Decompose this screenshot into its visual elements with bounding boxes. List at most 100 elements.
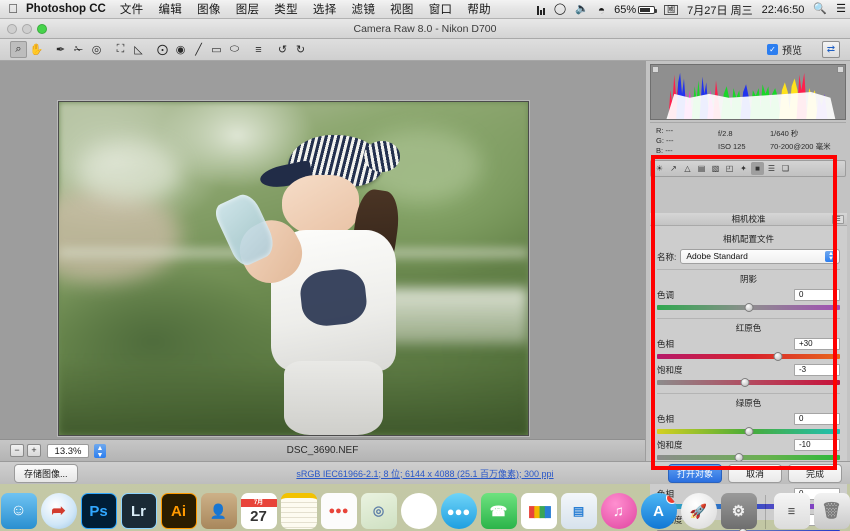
menubar-date[interactable]: 7月27日 周三 bbox=[687, 2, 752, 18]
slider-knob[interactable] bbox=[744, 303, 753, 312]
straighten-tool-icon[interactable]: ◺ bbox=[130, 41, 147, 58]
slider-value[interactable]: 0 bbox=[794, 413, 840, 425]
lightroom-icon[interactable]: Lr bbox=[120, 493, 157, 529]
tab-snapshots[interactable]: ❑ bbox=[779, 162, 792, 175]
slider-red-hue[interactable] bbox=[657, 351, 840, 362]
menubar-item-filter[interactable]: 滤镜 bbox=[352, 1, 376, 17]
graduated-filter-tool-icon[interactable]: ▭ bbox=[208, 41, 225, 58]
system-preferences-gear-icon[interactable]: ⚙ bbox=[720, 493, 757, 529]
tab-effects[interactable]: ✦ bbox=[737, 162, 750, 175]
illustrator-icon[interactable]: Ai bbox=[160, 493, 197, 529]
crop-tool-icon[interactable]: ⛶ bbox=[112, 41, 129, 58]
tab-detail[interactable]: △ bbox=[681, 162, 694, 175]
menubar-item-file[interactable]: 文件 bbox=[120, 1, 144, 17]
shadow-clipping-icon[interactable] bbox=[652, 66, 659, 73]
tab-hsl-grayscale[interactable]: ▤ bbox=[695, 162, 708, 175]
contacts-book-icon[interactable]: 👤 bbox=[200, 493, 237, 529]
slider-value[interactable]: -3 bbox=[794, 364, 840, 376]
menubar-item-select[interactable]: 选择 bbox=[313, 1, 337, 17]
equalizer-icon[interactable] bbox=[536, 5, 545, 15]
finder-icon[interactable]: ☺ bbox=[0, 493, 37, 529]
group-title-shadows: 阴影 bbox=[739, 274, 757, 284]
menubar-item-help[interactable]: 帮助 bbox=[467, 1, 491, 17]
slider-green-hue[interactable] bbox=[657, 426, 840, 437]
reminders-icon[interactable]: ●●● bbox=[320, 493, 357, 529]
slider-knob[interactable] bbox=[740, 378, 750, 387]
white-balance-tool-icon[interactable]: ✒ bbox=[52, 41, 69, 58]
messages-bubble-icon[interactable]: ●●● bbox=[440, 493, 477, 529]
open-object-button[interactable]: 打开对象 bbox=[667, 464, 722, 483]
clock-icon[interactable]: ◯ bbox=[554, 4, 566, 15]
apple-logo-icon[interactable]:  bbox=[0, 2, 26, 17]
minimize-button[interactable] bbox=[22, 24, 32, 34]
image-preview-pane[interactable]: − + 13.3% ▲ ▼ DSC_3690.NEF bbox=[0, 61, 645, 461]
highlight-clipping-icon[interactable] bbox=[837, 66, 844, 73]
tab-split-toning[interactable]: ▧ bbox=[709, 162, 722, 175]
color-sampler-tool-icon[interactable]: ✁ bbox=[70, 41, 87, 58]
camera-raw-titlebar[interactable]: Camera Raw 8.0 - Nikon D700 bbox=[0, 19, 850, 39]
menubar-item-window[interactable]: 窗口 bbox=[429, 1, 453, 17]
menubar-item-image[interactable]: 图像 bbox=[197, 1, 221, 17]
search-icon[interactable]: 🔍 bbox=[813, 4, 827, 15]
numbers-chart-icon[interactable]: ▮▮▮▮ bbox=[520, 493, 557, 529]
tab-presets[interactable]: ☰ bbox=[765, 162, 778, 175]
tab-basic[interactable]: ☀ bbox=[653, 162, 666, 175]
chevron-updown-icon[interactable]: ▲ ▼ bbox=[825, 251, 837, 262]
fullscreen-toggle-icon[interactable]: ⇄ bbox=[822, 41, 840, 58]
safari-compass-icon[interactable]: ➦ bbox=[40, 493, 77, 529]
documents-stack[interactable]: ☰ bbox=[773, 493, 810, 529]
spot-removal-tool-icon[interactable]: ⨀ bbox=[154, 41, 171, 58]
menubar-time[interactable]: 22:46:50 bbox=[762, 4, 805, 16]
cancel-button[interactable]: 取消 bbox=[728, 464, 782, 483]
notes-icon[interactable] bbox=[280, 493, 317, 529]
app-store-icon[interactable]: A bbox=[640, 493, 677, 529]
radial-filter-tool-icon[interactable]: ⬭ bbox=[226, 41, 243, 58]
tab-camera-calibration[interactable]: ■ bbox=[751, 162, 764, 175]
tab-tone-curve[interactable]: ↗ bbox=[667, 162, 680, 175]
calendar-icon[interactable]: 7月 27 bbox=[240, 493, 277, 529]
hand-tool-icon[interactable]: ✋ bbox=[28, 41, 45, 58]
close-button[interactable] bbox=[7, 24, 17, 34]
slider-knob[interactable] bbox=[773, 352, 783, 361]
speaker-icon[interactable]: 🔈 bbox=[575, 4, 589, 15]
slider-red-saturation[interactable] bbox=[657, 377, 840, 388]
wifi-icon[interactable]: ◓ bbox=[598, 4, 605, 16]
menubar-item-layer[interactable]: 图层 bbox=[236, 1, 260, 17]
panel-menu-icon[interactable]: ☰ bbox=[832, 215, 844, 224]
slider-value[interactable]: -10 bbox=[794, 439, 840, 451]
b-value: --- bbox=[665, 146, 673, 155]
photoshop-icon[interactable]: Ps bbox=[80, 493, 117, 529]
input-source-icon[interactable]: 國 bbox=[664, 4, 679, 15]
slider-knob[interactable] bbox=[744, 427, 753, 436]
tab-lens-corrections[interactable]: ◰ bbox=[723, 162, 736, 175]
menubar-item-view[interactable]: 视图 bbox=[390, 1, 414, 17]
zoom-tool-icon[interactable]: ⌕ bbox=[10, 41, 27, 58]
slider-value[interactable]: +30 bbox=[794, 338, 840, 350]
battery-status[interactable]: 65% bbox=[614, 4, 658, 16]
maps-icon[interactable]: ◎ bbox=[360, 493, 397, 529]
itunes-note-icon[interactable]: ♫ bbox=[600, 493, 637, 529]
menubar-app-name[interactable]: Photoshop CC bbox=[26, 3, 106, 15]
done-button[interactable]: 完成 bbox=[788, 464, 842, 483]
preferences-tool-icon[interactable]: ≡ bbox=[250, 41, 267, 58]
trash-icon[interactable]: 🗑 bbox=[813, 493, 850, 529]
targeted-adjustment-tool-icon[interactable]: ◎ bbox=[88, 41, 105, 58]
rotate-right-tool-icon[interactable]: ↻ bbox=[292, 41, 309, 58]
photo-canvas[interactable] bbox=[58, 101, 529, 436]
adjustment-brush-tool-icon[interactable]: ╱ bbox=[190, 41, 207, 58]
rotate-left-tool-icon[interactable]: ↺ bbox=[274, 41, 291, 58]
photos-flower-icon[interactable]: ❄ bbox=[400, 493, 437, 529]
menubar-item-type[interactable]: 类型 bbox=[274, 1, 298, 17]
zoom-button[interactable] bbox=[37, 24, 47, 34]
facetime-icon[interactable]: ☎ bbox=[480, 493, 517, 529]
r-value: --- bbox=[665, 126, 674, 135]
camera-profile-select[interactable]: Adobe Standard ▲ ▼ bbox=[680, 249, 840, 264]
launchpad-rocket-icon[interactable]: 🚀 bbox=[680, 493, 717, 529]
slider-value[interactable]: 0 bbox=[794, 289, 840, 301]
slider-shadow-tint[interactable] bbox=[657, 302, 840, 313]
preview-checkbox[interactable]: ✓ 预览 bbox=[767, 42, 802, 57]
notification-center-icon[interactable]: ☰ bbox=[836, 4, 846, 15]
menubar-item-edit[interactable]: 编辑 bbox=[158, 1, 182, 17]
red-eye-removal-tool-icon[interactable]: ◉ bbox=[172, 41, 189, 58]
keynote-icon[interactable]: ▤ bbox=[560, 493, 597, 529]
